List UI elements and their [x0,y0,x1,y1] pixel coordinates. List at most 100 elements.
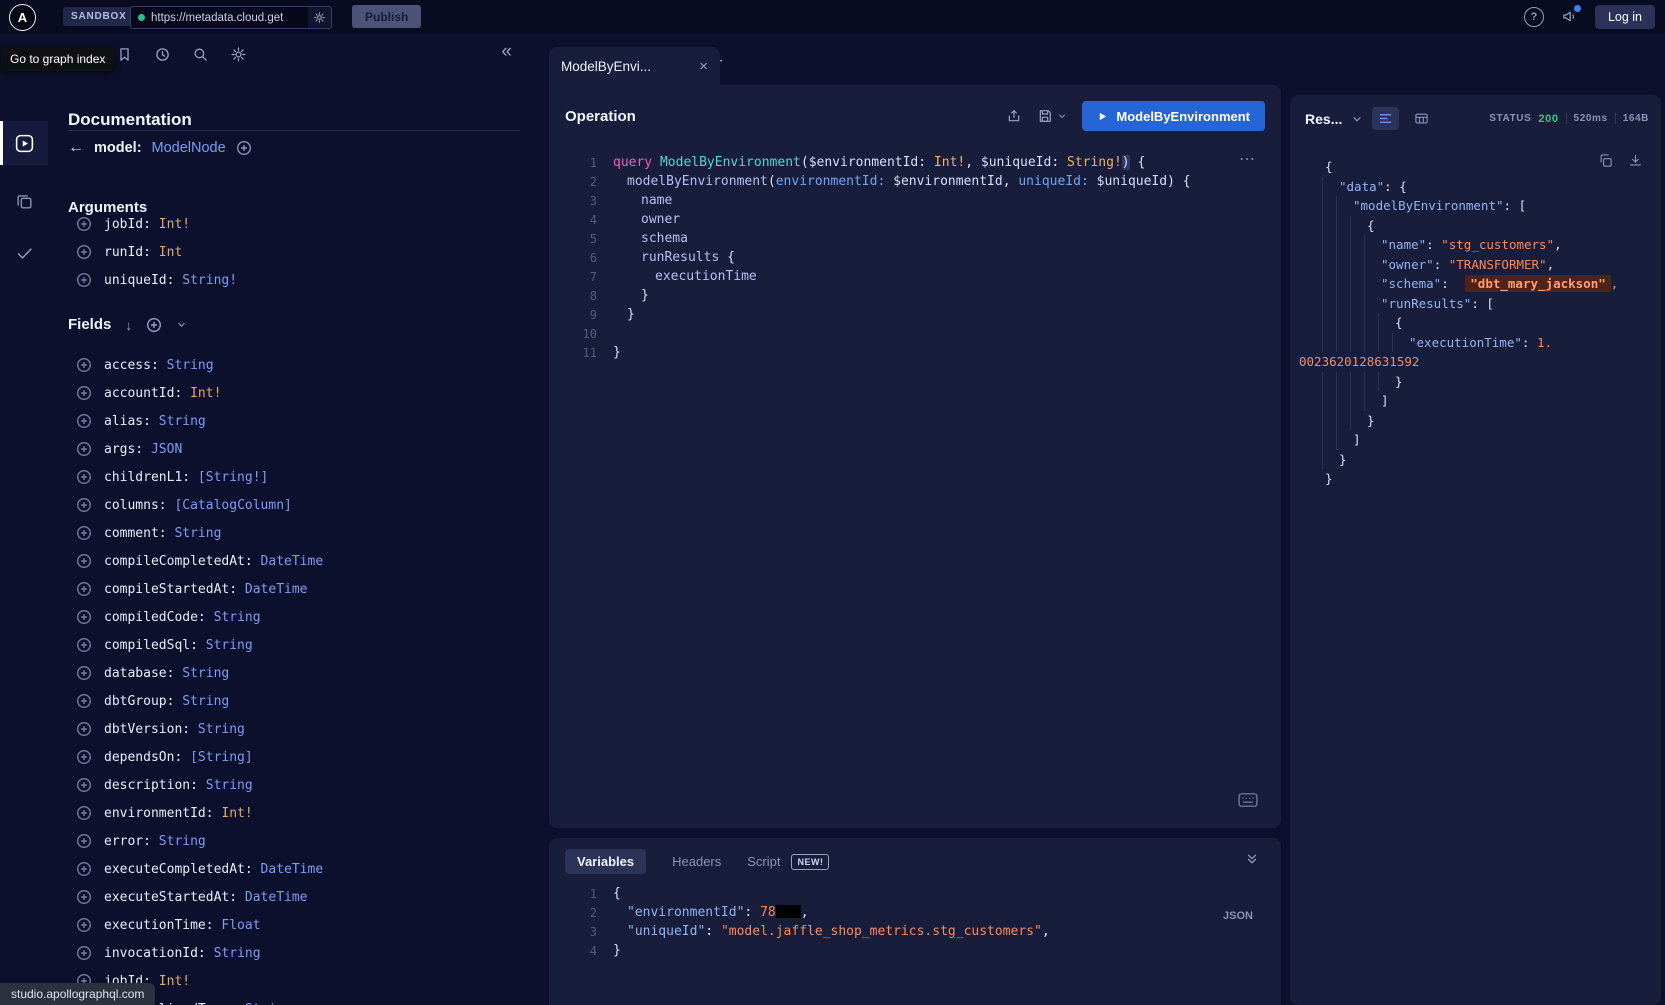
field-columns[interactable]: columns: [CatalogColumn] [64,491,534,519]
type-link[interactable]: DateTime [261,862,324,877]
type-link[interactable]: String [182,666,229,681]
operation-tab[interactable]: ModelByEnvi... × [549,47,720,85]
type-link[interactable]: String [214,946,261,961]
response-table-view-button[interactable] [1408,107,1435,130]
add-to-query-button[interactable] [76,861,92,877]
field-childrenL1[interactable]: childrenL1: [String!] [64,463,534,491]
copy-response-button[interactable] [1598,153,1613,168]
add-to-query-button[interactable] [76,917,92,933]
login-button[interactable]: Log in [1595,5,1655,29]
field-executeStartedAt[interactable]: executeStartedAt: DateTime [64,883,534,911]
add-to-query-button[interactable] [76,497,92,513]
type-link[interactable]: Int! [190,386,221,401]
type-link[interactable]: Int! [221,806,252,821]
add-to-query-button[interactable] [76,749,92,765]
apollo-logo[interactable]: A [9,4,36,31]
type-link[interactable]: String [167,358,214,373]
field-executionTime[interactable]: executionTime: Float [64,911,534,939]
collapse-docs-button[interactable]: « [501,41,512,63]
field-comment[interactable]: comment: String [64,519,534,547]
history-button[interactable] [154,46,171,63]
add-to-query-button[interactable] [76,525,92,541]
add-to-query-button[interactable] [76,721,92,737]
download-response-button[interactable] [1628,153,1643,168]
field-executeCompletedAt[interactable]: executeCompletedAt: DateTime [64,855,534,883]
type-link[interactable]: String [182,694,229,709]
endpoint-url-input[interactable]: https://metadata.cloud.get [130,6,324,29]
type-link[interactable]: String [214,610,261,625]
response-json-view-button[interactable] [1372,107,1399,130]
type-link[interactable]: [CatalogColumn] [174,498,291,513]
type-link[interactable]: String [206,778,253,793]
field-dependsOn[interactable]: dependsOn: [String] [64,743,534,771]
add-to-query-button[interactable] [76,413,92,429]
type-link[interactable]: Int [159,245,182,260]
add-to-query-button[interactable] [76,609,92,625]
add-to-query-button[interactable] [76,889,92,905]
argument-runId[interactable]: runId: Int [64,238,534,266]
field-alias[interactable]: alias: String [64,407,534,435]
type-link[interactable]: DateTime [245,890,308,905]
publish-button[interactable]: Publish [352,5,421,28]
add-to-query-button[interactable] [76,945,92,961]
type-link[interactable]: String [174,526,221,541]
type-link[interactable]: String! [182,273,237,288]
argument-uniqueId[interactable]: uniqueId: String! [64,266,534,294]
type-link[interactable]: String [198,722,245,737]
field-invocationId[interactable]: invocationId: String [64,939,534,967]
add-to-query-button[interactable] [76,637,92,653]
close-tab-button[interactable]: × [699,58,708,75]
field-description[interactable]: description: String [64,771,534,799]
help-button[interactable]: ? [1524,7,1544,27]
add-to-query-button[interactable] [76,441,92,457]
type-link[interactable]: [String!] [198,470,268,485]
add-all-fields-button[interactable] [146,317,162,333]
variables-editor[interactable]: 1{2"environmentId": 78,3"uniqueId": "mod… [549,884,1221,960]
breadcrumb-type-link[interactable]: ModelNode [152,140,226,156]
add-to-query-button[interactable] [76,805,92,821]
run-operation-button[interactable]: ModelByEnvironment [1082,101,1265,131]
field-database[interactable]: database: String [64,659,534,687]
add-to-query-button[interactable] [76,553,92,569]
add-to-query-button[interactable] [76,272,92,288]
field-environmentId[interactable]: environmentId: Int! [64,799,534,827]
type-link[interactable]: DateTime [245,582,308,597]
add-to-query-button[interactable] [76,581,92,597]
type-link[interactable]: DateTime [261,554,324,569]
tab-headers[interactable]: Headers [672,854,721,869]
argument-jobId[interactable]: jobId: Int! [64,210,534,238]
type-link[interactable]: String [159,414,206,429]
type-link[interactable]: Int! [159,974,190,989]
field-args[interactable]: args: JSON [64,435,534,463]
type-link[interactable]: String [206,638,253,653]
type-link[interactable]: JSON [151,442,182,457]
add-to-query-button[interactable] [76,216,92,232]
collapse-variables-button[interactable] [1245,852,1259,866]
tab-variables[interactable]: Variables [565,849,646,874]
add-to-query-button[interactable] [76,665,92,681]
type-link[interactable]: String [245,1002,292,1005]
field-compileStartedAt[interactable]: compileStartedAt: DateTime [64,575,534,603]
field-error[interactable]: error: String [64,827,534,855]
add-to-query-button[interactable] [76,833,92,849]
nav-checks[interactable] [0,231,48,275]
field-compileCompletedAt[interactable]: compileCompletedAt: DateTime [64,547,534,575]
back-button[interactable]: ← [68,139,84,157]
field-compiledCode[interactable]: compiledCode: String [64,603,534,631]
tab-script[interactable]: Script [747,854,780,869]
add-to-query-button[interactable] [76,357,92,373]
add-to-query-button[interactable] [76,244,92,260]
share-button[interactable] [1006,108,1022,124]
announcements-button[interactable] [1561,8,1578,25]
sort-button[interactable]: ↓ [125,317,132,333]
nav-explorer[interactable] [0,121,48,165]
search-button[interactable] [192,46,209,63]
add-type-button[interactable] [236,140,252,156]
settings-button[interactable] [230,46,247,63]
add-to-query-button[interactable] [76,693,92,709]
keyboard-shortcuts-button[interactable] [1237,792,1259,808]
connection-settings-button[interactable] [308,6,332,29]
save-button[interactable] [1037,108,1067,124]
add-to-query-button[interactable] [76,777,92,793]
field-dbtGroup[interactable]: dbtGroup: String [64,687,534,715]
